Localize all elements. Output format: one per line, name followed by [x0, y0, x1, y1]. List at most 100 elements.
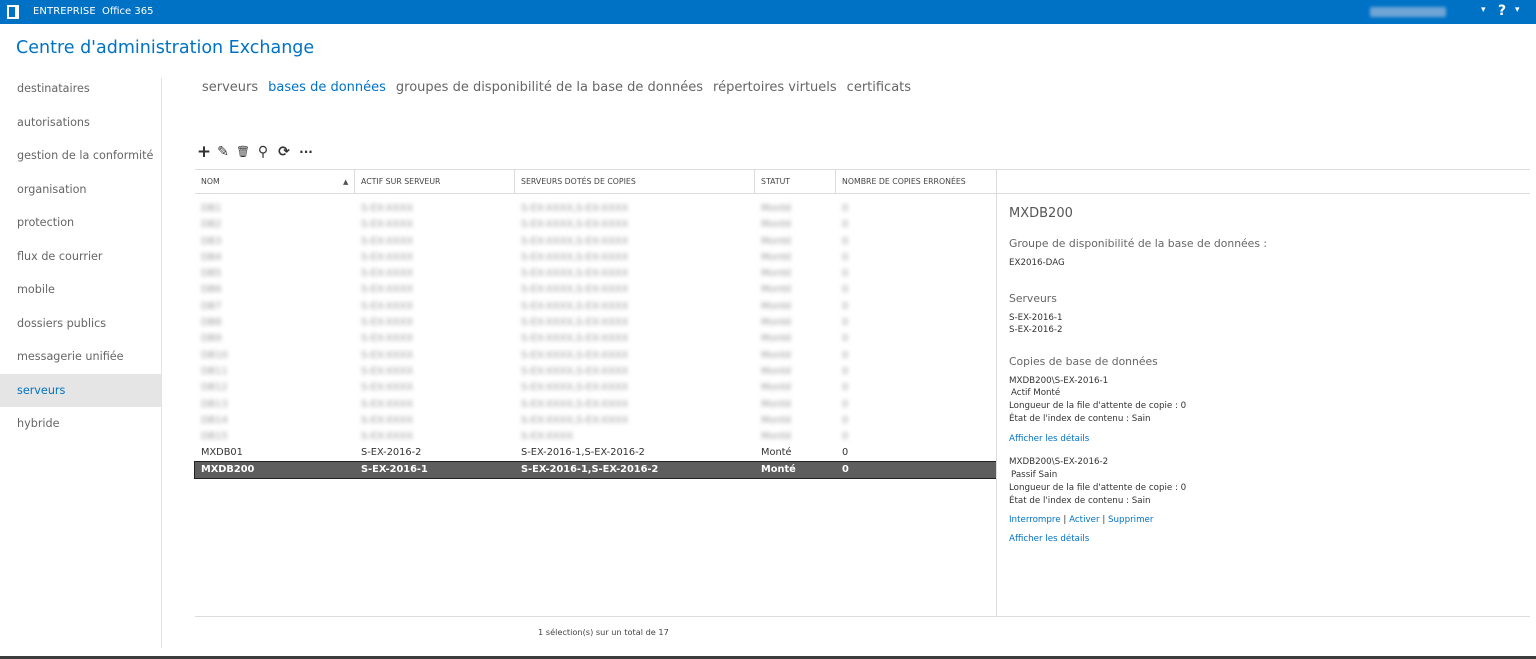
table-cell: S-EX-XXXX — [361, 219, 414, 231]
table-row[interactable]: DB4 S-EX-XXXX S-EX-XXXX,S-EX-XXXX Monté 0 — [195, 250, 996, 266]
search-icon[interactable]: ⚲ — [255, 143, 271, 161]
table-cell: S-EX-XXXX — [361, 203, 414, 214]
server-item: S-EX-2016-2 — [1009, 325, 1063, 335]
table-cell: DB12 — [201, 382, 228, 394]
table-cell: S-EX-XXXX — [361, 333, 414, 345]
tab[interactable]: serveurs — [202, 80, 258, 95]
table-row[interactable]: DB10 S-EX-XXXX S-EX-XXXX,S-EX-XXXX Monté 0 — [195, 348, 996, 364]
table-cell: Monté — [761, 251, 792, 263]
table-row[interactable]: DB13 S-EX-XXXX S-EX-XXXX,S-EX-XXXX Monté 0 — [195, 397, 996, 413]
remove-link[interactable]: Supprimer — [1108, 515, 1153, 525]
table-row[interactable]: DB3 S-EX-XXXX S-EX-XXXX,S-EX-XXXX Monté 0 — [195, 234, 996, 250]
sidebar-item[interactable]: destinataires — [0, 72, 161, 106]
table-row[interactable]: DB8 S-EX-XXXX S-EX-XXXX,S-EX-XXXX Monté 0 — [195, 315, 996, 331]
grid-header: NOM ▲ ACTIF SUR SERVEUR SERVEURS DOTÉS D… — [195, 169, 1530, 194]
office-logo-icon[interactable] — [7, 5, 19, 19]
activate-link[interactable]: Activer — [1069, 515, 1099, 525]
sidebar-item[interactable]: messagerie unifiée — [0, 340, 161, 374]
action-separator: | — [1102, 515, 1106, 525]
table-cell: Monté — [761, 219, 792, 231]
copy-state: Passif Sain — [1011, 470, 1058, 480]
table-cell: 0 — [842, 382, 849, 394]
table-row[interactable]: DB9 S-EX-XXXX S-EX-XXXX,S-EX-XXXX Monté 0 — [195, 331, 996, 347]
table-cell: S-EX-XXXX,S-EX-XXXX — [521, 398, 629, 410]
table-cell: S-EX-XXXX — [361, 365, 414, 377]
tab[interactable]: groupes de disponibilité de la base de d… — [396, 80, 703, 95]
sidebar-item[interactable]: gestion de la conformité — [0, 139, 161, 173]
table-cell: Monté — [761, 317, 792, 329]
table-row[interactable]: DB14 S-EX-XXXX S-EX-XXXX,S-EX-XXXX Monté 0 — [195, 413, 996, 429]
table-row[interactable]: DB15 S-EX-XXXX S-EX-XXXX Monté 0 — [195, 429, 996, 445]
table-cell: 0 — [842, 365, 849, 377]
sidebar-item[interactable]: organisation — [0, 173, 161, 207]
table-row[interactable]: DB7 S-EX-XXXX S-EX-XXXX,S-EX-XXXX Monté 0 — [195, 299, 996, 315]
table-cell: S-EX-XXXX — [361, 349, 414, 361]
table-cell: DB2 — [201, 219, 222, 231]
sidebar-item[interactable]: autorisations — [0, 106, 161, 140]
product-link[interactable]: Office 365 — [102, 6, 153, 17]
sidebar-item[interactable]: serveurs — [0, 373, 161, 407]
sidebar-item[interactable]: flux de courrier — [0, 240, 161, 274]
refresh-icon[interactable]: ⟳ — [276, 143, 292, 161]
table-cell: Monté — [761, 268, 792, 280]
table-cell: 0 — [842, 447, 849, 459]
servers-heading: Serveurs — [1009, 292, 1057, 305]
table-row[interactable]: DB1 S-EX-XXXX S-EX-XXXX,S-EX-XXXX Monté 0 — [195, 201, 996, 217]
user-menu-caret-icon[interactable]: ▾ — [1481, 5, 1486, 15]
column-header-name[interactable]: NOM ▲ — [195, 170, 355, 194]
table-cell: DB6 — [201, 284, 222, 296]
table-cell: S-EX-XXXX,S-EX-XXXX — [521, 349, 629, 361]
view-details-link[interactable]: Afficher les détails — [1009, 434, 1089, 444]
table-row[interactable]: DB12 S-EX-XXXX S-EX-XXXX,S-EX-XXXX Monté 0 — [195, 380, 996, 396]
table-row[interactable]: DB11 S-EX-XXXX S-EX-XXXX,S-EX-XXXX Monté 0 — [195, 364, 996, 380]
sidebar-item[interactable]: dossiers publics — [0, 307, 161, 341]
table-cell: S-EX-2016-1,S-EX-2016-2 — [521, 463, 659, 475]
action-separator: | — [1063, 515, 1067, 525]
table-cell: S-EX-XXXX,S-EX-XXXX — [521, 382, 629, 394]
table-cell: 0 — [842, 431, 849, 443]
trash-icon[interactable]: 🗑 — [235, 143, 251, 161]
table-row[interactable]: DB6 S-EX-XXXX S-EX-XXXX,S-EX-XXXX Monté 0 — [195, 282, 996, 298]
column-header-servers-with-copies[interactable]: SERVEURS DOTÉS DE COPIES — [515, 170, 755, 194]
column-header-status[interactable]: STATUT — [755, 170, 836, 194]
sort-ascending-icon: ▲ — [343, 178, 349, 186]
table-cell: Monté — [761, 463, 796, 475]
table-cell: S-EX-2016-2 — [361, 447, 422, 459]
table-row[interactable]: DB2 S-EX-XXXX S-EX-XXXX,S-EX-XXXX Monté 0 — [195, 217, 996, 233]
sidebar-item[interactable]: mobile — [0, 273, 161, 307]
user-menu[interactable] — [1370, 7, 1446, 17]
table-cell: S-EX-XXXX — [361, 284, 414, 296]
more-icon[interactable]: ··· — [298, 143, 314, 161]
tab[interactable]: certificats — [847, 80, 911, 95]
table-cell: 0 — [842, 235, 849, 247]
table-cell: Monté — [761, 414, 792, 426]
view-details-link[interactable]: Afficher les détails — [1009, 534, 1089, 544]
column-header-bad-copy-count[interactable]: NOMBRE DE COPIES ERRONÉES — [836, 170, 997, 194]
table-cell: S-EX-XXXX,S-EX-XXXX — [521, 284, 629, 296]
suspend-link[interactable]: Interrompre — [1009, 515, 1061, 525]
table-row[interactable]: DB5 S-EX-XXXX S-EX-XXXX,S-EX-XXXX Monté 0 — [195, 266, 996, 282]
dag-heading: Groupe de disponibilité de la base de do… — [1009, 237, 1268, 250]
sidebar-item[interactable]: protection — [0, 206, 161, 240]
table-cell: S-EX-XXXX,S-EX-XXXX — [521, 268, 629, 280]
table-cell: Monté — [761, 398, 792, 410]
copy-name: MXDB200\S-EX-2016-1 — [1009, 376, 1109, 386]
help-button[interactable]: ? — [1498, 3, 1506, 19]
help-caret-icon[interactable]: ▾ — [1515, 5, 1520, 15]
table-cell: 0 — [842, 333, 849, 345]
table-cell: S-EX-XXXX,S-EX-XXXX — [521, 317, 629, 329]
sidebar-item[interactable]: hybride — [0, 407, 161, 441]
tab[interactable]: répertoires virtuels — [713, 80, 837, 95]
table-cell: 0 — [842, 414, 849, 426]
column-header-active-server[interactable]: ACTIF SUR SERVEUR — [355, 170, 515, 194]
table-cell: S-EX-XXXX — [361, 317, 414, 329]
table-row[interactable]: MXDB01 S-EX-2016-2 S-EX-2016-1,S-EX-2016-2… — [195, 445, 996, 461]
pencil-icon[interactable]: ✎ — [215, 143, 231, 161]
tab-bar: serveurs bases de données groupes de dispo… — [202, 80, 921, 95]
left-nav: destinataires autorisations gestion de la … — [0, 72, 161, 441]
table-cell: DB8 — [201, 317, 222, 329]
table-row[interactable]: MXDB200 S-EX-2016-1 S-EX-2016-1,S-EX-2016-… — [194, 460, 997, 480]
plus-icon[interactable]: + — [196, 143, 212, 161]
table-cell: 0 — [842, 317, 849, 329]
tab[interactable]: bases de données — [268, 80, 386, 95]
